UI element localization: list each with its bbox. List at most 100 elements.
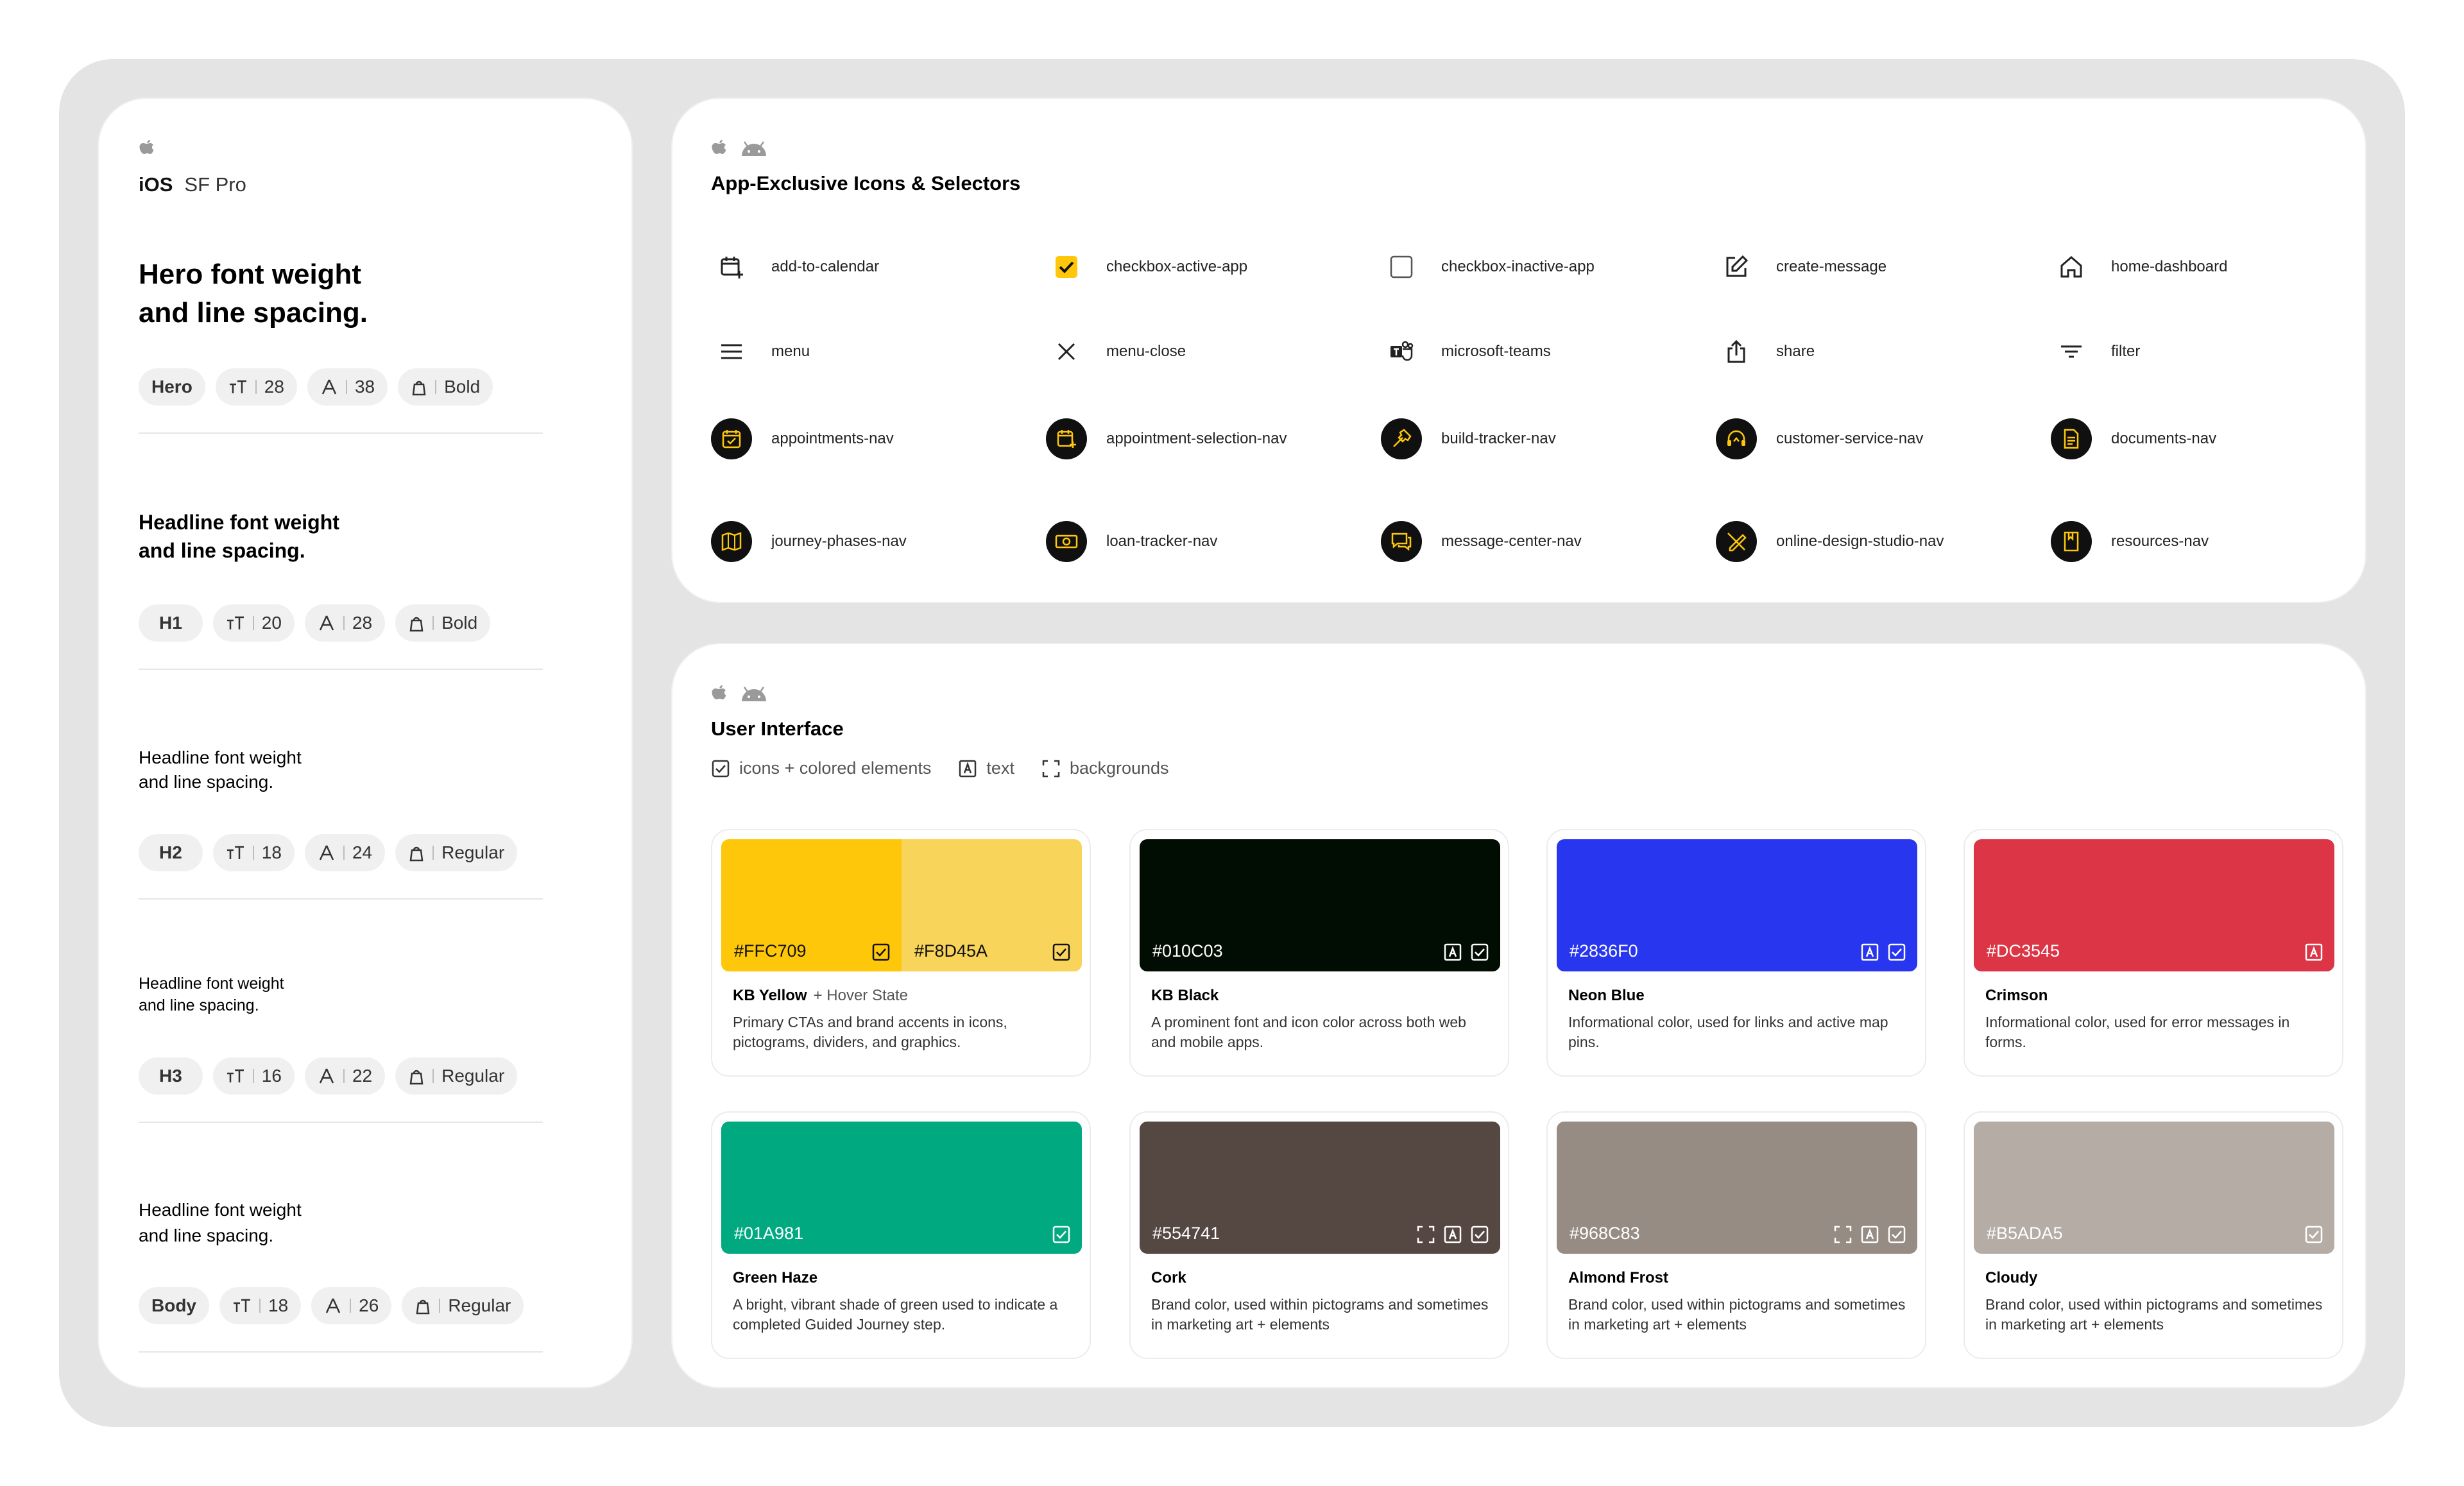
line-height-chip: 26 [311,1287,392,1324]
color-card-cork[interactable]: #554741 Cork Brand color, used within pi… [1129,1111,1509,1359]
platform-name: iOS [139,173,173,196]
h1-sample: Headline font weight and line spacing. [139,508,339,565]
icon-item-online-design-studio-nav[interactable]: online-design-studio-nav [1716,521,1944,562]
apple-icon [139,140,154,154]
icon-label: menu-close [1106,343,1186,360]
icon-item-message-center-nav[interactable]: message-center-nav [1381,521,1582,562]
icon-item-menu-close[interactable]: menu-close [1046,331,1186,372]
line-height-icon [319,845,334,860]
divider [139,1122,543,1123]
legend-label: backgrounds [1069,758,1169,778]
icon-item-share[interactable]: share [1716,331,1815,372]
separator [252,846,254,860]
icon-label: checkbox-inactive-app [1441,258,1595,275]
color-card-green-haze[interactable]: #01A981 Green Haze A bright, vibrant sha… [711,1111,1091,1359]
legend: icons + colored elements text background… [711,758,1169,778]
icon-item-home-dashboard[interactable]: home-dashboard [2051,246,2227,287]
design-tools-icon [1727,533,1747,552]
divider [139,669,543,670]
line-height-chip: 28 [304,604,386,642]
line-height-value: 24 [352,842,373,862]
hex-value: #554741 [1152,1224,1220,1243]
color-swatch: #B5ADA5 [1974,1122,2334,1254]
separator [252,616,254,630]
icon-item-microsoft-teams[interactable]: microsoft-teams [1381,331,1551,372]
hero-sample: Hero font weight and line spacing. [139,255,368,332]
color-name: Cork [1151,1269,1186,1287]
icon-item-customer-service-nav[interactable]: customer-service-nav [1716,418,1923,459]
document-icon [2064,429,2079,449]
checkbox-icon [1888,1226,1906,1243]
color-card-neon-blue[interactable]: #2836F0 Neon Blue Informational color, u… [1546,829,1926,1077]
color-card-cloudy[interactable]: #B5ADA5 Cloudy Brand color, used within … [1964,1111,2343,1359]
hex-value: #DC3545 [1987,941,2060,961]
icon-item-create-message[interactable]: create-message [1716,246,1887,287]
icon-item-appointments-nav[interactable]: appointments-nav [711,418,894,459]
style-name-chip: H1 [139,604,203,642]
icon-item-resources-nav[interactable]: resources-nav [2051,521,2209,562]
color-card-crimson[interactable]: #DC3545 Crimson Informational color, use… [1964,829,2343,1077]
icon-item-appointment-selection-nav[interactable]: appointment-selection-nav [1046,418,1287,459]
icon-item-checkbox-active-app[interactable]: checkbox-active-app [1046,246,1247,287]
icon-label: create-message [1776,258,1887,275]
hero-sample-line2: and line spacing. [139,297,368,329]
separator [432,846,434,860]
icon-item-loan-tracker-nav[interactable]: loan-tracker-nav [1046,521,1217,562]
font-size-value: 18 [268,1295,289,1315]
separator [343,1069,345,1083]
font-size-icon [227,616,244,629]
icon-label: resources-nav [2111,533,2209,550]
separator [343,846,345,860]
chat-icon [1391,533,1412,551]
color-name: KB Black [1151,987,1219,1005]
font-size-value: 20 [261,613,282,633]
icon-item-journey-phases-nav[interactable]: journey-phases-nav [711,521,907,562]
color-description: Primary CTAs and brand accents in icons,… [733,1014,1007,1050]
body-sample-line2: and line spacing. [139,1226,274,1245]
divider [139,432,543,434]
body-sample-line1: Headline font weight [139,1200,302,1220]
color-card-kb-black[interactable]: #010C03 KB Black A prominent font and ic… [1129,829,1509,1077]
divider [139,1351,543,1353]
icon-item-filter[interactable]: filter [2051,331,2140,372]
color-name-text: Cloudy [1985,1269,2038,1286]
icon-item-menu[interactable]: menu [711,331,810,372]
weight-chip: Regular [395,834,518,871]
hex-value: #2836F0 [1570,941,1638,961]
separator [259,1299,261,1313]
font-size-icon [234,1299,250,1312]
color-name-text: Almond Frost [1568,1269,1668,1286]
typography-panel: iOS SF Pro Hero font weight and line spa… [98,98,633,1388]
h1-sample-line1: Headline font weight [139,511,339,534]
font-size-chip: 28 [215,368,297,406]
color-card-almond-frost[interactable]: #968C83 Almond Frost Brand color, used w… [1546,1111,1926,1359]
style-name-chip: Hero [139,368,205,406]
legend-item-icons: icons + colored elements [711,758,931,778]
line-height-chip: 22 [304,1057,386,1095]
h2-sample-line2: and line spacing. [139,772,274,792]
icon-item-documents-nav[interactable]: documents-nav [2051,418,2216,459]
style-name-chip: Body [139,1287,209,1324]
icon-item-add-to-calendar[interactable]: add-to-calendar [711,246,879,287]
checkbox-icon [1471,943,1489,961]
color-description: Brand color, used within pictograms and … [1985,1296,2323,1333]
color-name: KB Yellow + Hover State [733,987,908,1005]
color-subtitle: + Hover State [813,987,909,1004]
color-card-kb-yellow[interactable]: #FFC709 #F8D45A KB Yellow + Hover State P… [711,829,1091,1077]
h3-sample-line2: and line spacing. [139,996,259,1014]
color-description: Informational color, used for links and … [1568,1014,1888,1050]
icon-label: documents-nav [2111,430,2217,447]
color-name: Crimson [1985,987,2048,1005]
icon-item-checkbox-inactive-app[interactable]: checkbox-inactive-app [1381,246,1595,287]
color-description: A bright, vibrant shade of green used to… [733,1296,1058,1333]
hex-value: #01A981 [734,1224,804,1243]
icon-item-build-tracker-nav[interactable]: build-tracker-nav [1381,418,1556,459]
weight-icon [412,380,426,396]
checkbox-icon [1052,943,1070,961]
color-name: Cloudy [1985,1269,2037,1287]
color-name: Green Haze [733,1269,817,1287]
line-height-value: 38 [354,377,375,397]
menu-icon [721,344,742,359]
hex-value: #010C03 [1152,941,1223,961]
checkbox-icon [1888,943,1906,961]
